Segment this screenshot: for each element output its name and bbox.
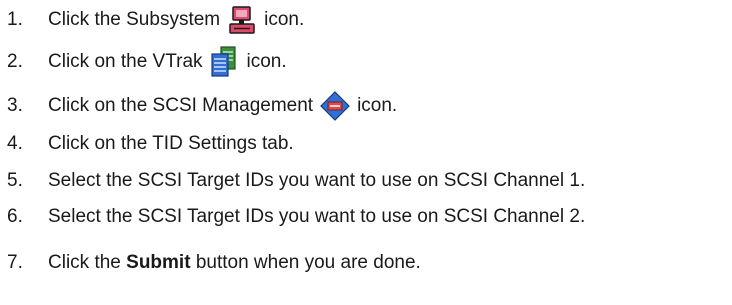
step-text: Click the Submit button when you are don…	[48, 252, 421, 274]
step-6: 6. Select the SCSI Target IDs you want t…	[0, 199, 585, 235]
step-text-before: Click on the VTrak	[48, 51, 203, 72]
step-text-after: icon.	[357, 95, 398, 116]
step-text: Click the Subsystem icon.	[48, 4, 304, 36]
submit-label: Submit	[126, 252, 191, 273]
step-text-after: button when you are done.	[195, 252, 421, 273]
step-number: 7.	[7, 252, 23, 273]
step-number: 6.	[7, 206, 23, 227]
vtrak-icon	[209, 46, 241, 78]
step-text: Click on the TID Settings tab.	[48, 133, 294, 154]
step-text-before: Click the Subsystem	[48, 9, 221, 30]
step-text-before: Click on the SCSI Management	[48, 95, 314, 116]
step-1: 1. Click the Subsystem icon.	[0, 2, 304, 38]
step-text: Select the SCSI Target IDs you want to u…	[48, 206, 586, 227]
step-number: 5.	[7, 170, 23, 191]
step-number: 2.	[7, 51, 23, 72]
step-text-after: icon.	[246, 51, 287, 72]
instruction-list: 1. Click the Subsystem icon. 2. Click on…	[0, 0, 732, 305]
step-text-before: Click the	[48, 252, 121, 273]
step-number: 4.	[7, 133, 23, 154]
step-text-after: icon.	[264, 9, 305, 30]
step-number: 1.	[7, 9, 23, 30]
scsi-management-icon	[319, 90, 351, 122]
step-4: 4. Click on the TID Settings tab.	[0, 126, 294, 162]
step-5: 5. Select the SCSI Target IDs you want t…	[0, 163, 585, 199]
subsystem-icon	[226, 4, 258, 36]
step-text: Click on the SCSI Management icon.	[48, 90, 397, 122]
step-text: Select the SCSI Target IDs you want to u…	[48, 170, 586, 191]
step-number: 3.	[7, 95, 23, 116]
step-7: 7. Click the Submit button when you are …	[0, 245, 421, 281]
step-text: Click on the VTrak icon.	[48, 46, 287, 78]
step-2: 2. Click on the VTrak icon.	[0, 44, 287, 80]
step-3: 3. Click on the SCSI Management icon.	[0, 88, 397, 124]
